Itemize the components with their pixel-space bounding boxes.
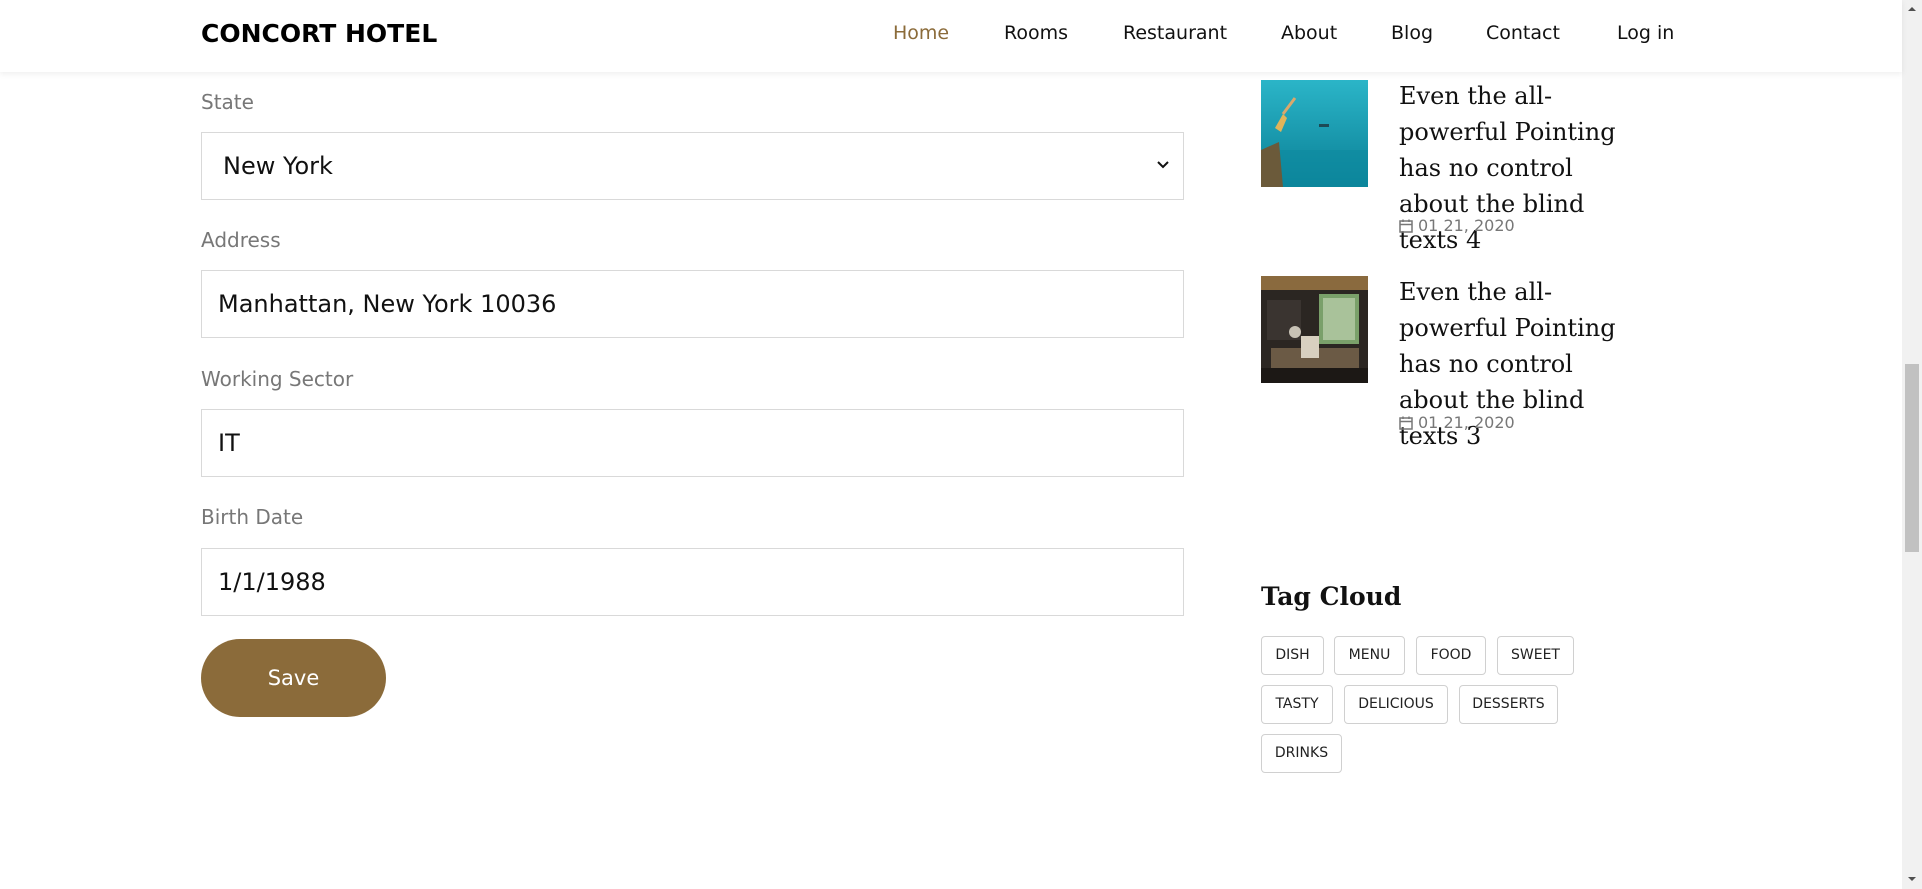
tag-menu[interactable]: MENU [1334, 636, 1405, 675]
tag-sweet[interactable]: SWEET [1497, 636, 1574, 675]
post-date-text-2: 01 21, 2020 [1418, 413, 1515, 432]
birth-date-label: Birth Date [201, 505, 304, 529]
nav-about[interactable]: About [1281, 22, 1337, 44]
top-navbar: CONCORT HOTEL Home Rooms Restaurant Abou… [0, 0, 1902, 72]
state-label: State [201, 90, 254, 114]
tag-cloud-heading: Tag Cloud [1261, 582, 1402, 611]
tag-food[interactable]: FOOD [1416, 636, 1486, 675]
nav-login[interactable]: Log in [1617, 22, 1674, 44]
address-input[interactable]: Manhattan, New York 10036 [201, 270, 1184, 338]
save-button[interactable]: Save [201, 639, 386, 717]
post-date-2: 01 21, 2020 [1399, 413, 1515, 432]
tag-dish[interactable]: DISH [1261, 636, 1324, 675]
nav-blog[interactable]: Blog [1391, 22, 1433, 44]
post-date-text-1: 01 21, 2020 [1418, 216, 1515, 235]
birth-date-input[interactable]: 1/1/1988 [201, 548, 1184, 616]
chevron-down-icon [1157, 161, 1169, 169]
scroll-up-arrow-icon[interactable] [1907, 4, 1917, 14]
working-sector-label: Working Sector [201, 367, 354, 391]
state-select[interactable]: New York [201, 132, 1184, 200]
restaurant-photo-image [1261, 276, 1368, 383]
post-thumbnail-restaurant[interactable] [1261, 276, 1368, 383]
scrollbar-thumb[interactable] [1905, 364, 1919, 552]
calendar-icon [1399, 416, 1413, 430]
page-scrollbar[interactable] [1902, 0, 1922, 889]
state-selected-value: New York [223, 152, 333, 180]
main-nav: Home Rooms Restaurant About Blog Contact… [0, 22, 1902, 52]
tag-drinks[interactable]: DRINKS [1261, 734, 1342, 773]
address-label: Address [201, 228, 281, 252]
working-sector-input[interactable]: IT [201, 409, 1184, 477]
post-date-1: 01 21, 2020 [1399, 216, 1515, 235]
nav-home[interactable]: Home [893, 22, 949, 44]
nav-restaurant[interactable]: Restaurant [1123, 22, 1227, 44]
nav-contact[interactable]: Contact [1486, 22, 1560, 44]
tag-desserts[interactable]: DESSERTS [1459, 685, 1558, 724]
nav-rooms[interactable]: Rooms [1004, 22, 1068, 44]
scroll-down-arrow-icon[interactable] [1907, 874, 1917, 884]
beach-photo-image [1261, 80, 1368, 187]
tag-tasty[interactable]: TASTY [1261, 685, 1333, 724]
calendar-icon [1399, 219, 1413, 233]
tag-delicious[interactable]: DELICIOUS [1344, 685, 1448, 724]
post-thumbnail-beach[interactable] [1261, 80, 1368, 187]
